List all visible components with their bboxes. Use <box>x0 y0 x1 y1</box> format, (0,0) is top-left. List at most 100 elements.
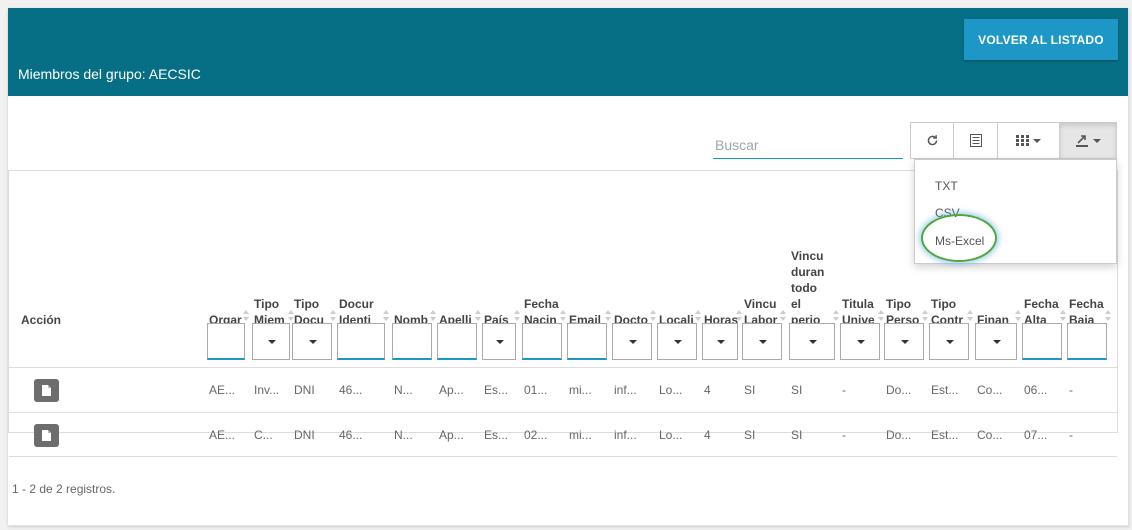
column-filter-input[interactable] <box>1067 323 1107 360</box>
back-to-list-button[interactable]: VOLVER AL LISTADO <box>964 19 1118 60</box>
view-record-button[interactable] <box>34 379 59 402</box>
column-filter-select[interactable] <box>612 323 652 360</box>
table-cell: Es... <box>484 428 509 442</box>
export-button[interactable] <box>1059 122 1117 159</box>
column-filter-input[interactable] <box>337 323 385 360</box>
table-cell: DNI <box>294 428 315 442</box>
table-cell: SI <box>744 383 756 397</box>
sort-icon <box>1015 310 1021 322</box>
page-header: Miembros del grupo: AECSIC VOLVER AL LIS… <box>8 8 1128 96</box>
sort-icon <box>878 310 884 322</box>
table-cell: mi... <box>569 383 592 397</box>
column-filter-input[interactable] <box>207 323 245 360</box>
table-cell: Est... <box>931 428 959 442</box>
refresh-button[interactable] <box>910 122 954 159</box>
table-cell: inf... <box>614 428 637 442</box>
table-cell: SI <box>744 428 756 442</box>
search-input[interactable] <box>713 131 903 159</box>
sort-icon <box>475 310 481 322</box>
table-cell: C... <box>254 428 273 442</box>
sort-icon <box>514 310 520 322</box>
column-filter-select[interactable] <box>657 323 697 360</box>
sort-icon <box>695 310 701 322</box>
column-filter-select[interactable] <box>702 323 738 360</box>
table-cell: DNI <box>294 383 315 397</box>
document-icon <box>42 385 51 396</box>
column-filter-input[interactable] <box>1022 323 1062 360</box>
sort-icon <box>833 310 839 322</box>
table-cell: SI <box>791 383 803 397</box>
table-cell: 46... <box>339 428 363 442</box>
sort-icon <box>430 310 436 322</box>
sort-icon <box>330 310 336 322</box>
column-filter-select[interactable] <box>742 323 782 360</box>
document-icon <box>42 430 51 441</box>
table-cell: N... <box>394 383 413 397</box>
table-cell: - <box>842 428 846 442</box>
sort-icon <box>560 310 566 322</box>
column-header-label: duran <box>791 265 825 279</box>
column-header-label: Vincu <box>791 249 824 263</box>
chevron-down-icon <box>1093 138 1101 143</box>
table-cell: N... <box>394 428 413 442</box>
sort-icon <box>383 310 389 322</box>
grid-columns-icon <box>1016 135 1029 146</box>
column-filter-input[interactable] <box>567 323 607 360</box>
table-cell: 4 <box>704 428 711 442</box>
table-cell: mi... <box>569 428 592 442</box>
table-cell: - <box>1069 428 1073 442</box>
column-filter-select[interactable] <box>929 323 969 360</box>
column-filter-select[interactable] <box>840 323 880 360</box>
table-cell: Inv... <box>254 383 280 397</box>
table-cell: Do... <box>886 428 912 442</box>
table-cell: AE... <box>209 383 236 397</box>
list-view-icon <box>969 134 982 147</box>
table-row: AE... C... DNI 46... N... Ap... Es... 02... mi..… <box>9 412 1117 457</box>
sort-icon <box>1105 310 1111 322</box>
sort-icon <box>650 310 656 322</box>
column-filter-select[interactable] <box>482 323 516 360</box>
sort-icon <box>243 310 249 322</box>
sort-icon <box>922 310 928 322</box>
table-cell: Do... <box>886 383 912 397</box>
table-cell: inf... <box>614 383 637 397</box>
sort-icon <box>736 310 742 322</box>
column-header-label: todo <box>791 281 817 295</box>
column-header-label: Docur <box>339 297 374 311</box>
sort-icon <box>967 310 973 322</box>
chevron-down-icon <box>1033 138 1041 143</box>
column-filter-select[interactable] <box>292 323 332 360</box>
table-cell: Co... <box>977 428 1003 442</box>
refresh-icon <box>927 135 937 146</box>
page-title: Miembros del grupo: AECSIC <box>18 66 201 82</box>
table-cell: AE... <box>209 428 236 442</box>
export-icon <box>1076 134 1088 147</box>
export-option-txt[interactable]: TXT <box>935 179 958 193</box>
toggle-view-button[interactable] <box>953 122 998 159</box>
table-cell: Lo... <box>659 428 683 442</box>
column-header-action: Acción <box>21 313 62 327</box>
table-cell: 01... <box>524 383 548 397</box>
column-filter-select[interactable] <box>884 323 924 360</box>
table-cell: Ap... <box>439 383 464 397</box>
columns-button[interactable] <box>997 122 1060 159</box>
column-filter-select[interactable] <box>789 323 835 360</box>
column-filter-select[interactable] <box>252 323 290 360</box>
table-cell: - <box>842 383 846 397</box>
table-cell: Ap... <box>439 428 464 442</box>
table-cell: SI <box>791 428 803 442</box>
table-cell: Lo... <box>659 383 683 397</box>
table-row: AE... Inv... DNI 46... N... Ap... Es... 01... mi… <box>9 367 1117 412</box>
column-filter-input[interactable] <box>437 323 477 360</box>
table-cell: Es... <box>484 383 509 397</box>
table-cell: 06... <box>1024 383 1048 397</box>
table-cell: 4 <box>704 383 711 397</box>
column-filter-select[interactable] <box>975 323 1017 360</box>
column-filter-input[interactable] <box>522 323 562 360</box>
column-filter-input[interactable] <box>392 323 432 360</box>
app-window: Miembros del grupo: AECSIC VOLVER AL LIS… <box>8 8 1129 526</box>
table-cell: 02... <box>524 428 548 442</box>
table-cell: 46... <box>339 383 363 397</box>
click-highlight-ring <box>921 214 997 262</box>
view-record-button[interactable] <box>34 424 59 447</box>
